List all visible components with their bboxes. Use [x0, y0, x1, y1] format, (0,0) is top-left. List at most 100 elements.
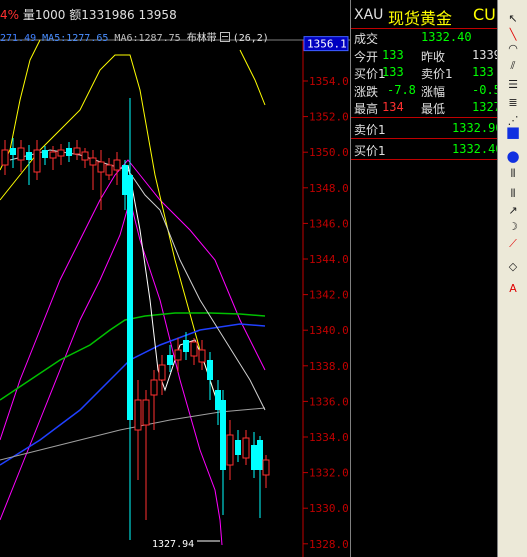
candle-body — [167, 355, 173, 365]
candle-body — [190, 341, 198, 357]
price-axis-label: 1336.0 — [309, 395, 349, 408]
quote-value: 1332.40 — [421, 30, 472, 44]
price-axis-label: 1346.0 — [309, 217, 349, 230]
quote-row: 买价1 133 卖价1 133 — [351, 64, 498, 82]
ray-icon[interactable]: ⟋ — [503, 236, 523, 252]
amount-label: 额1331986 — [69, 8, 135, 22]
candle-body — [134, 399, 142, 431]
quote-rows: 成交 1332.40 今开 133 昨收 1339 买价1 133 卖价1 133 涨跌 -7.8 涨幅… — [351, 29, 501, 117]
candle-body — [105, 164, 113, 176]
candle-body — [81, 151, 89, 161]
fibonacci-icon[interactable]: ≣ — [503, 94, 523, 110]
change-percent: 4% — [0, 8, 20, 22]
ma1-value: 271.49 — [0, 33, 37, 44]
price-axis-label: 1342.0 — [309, 289, 349, 302]
candle-body — [198, 349, 206, 363]
candle-body — [57, 149, 65, 157]
ellipse-icon[interactable]: ● — [503, 147, 523, 165]
arrow-icon[interactable]: ↗ — [503, 202, 523, 218]
price-axis-label: 1340.0 — [309, 324, 349, 337]
quote-row: 最高 134 最低 1327 — [351, 99, 501, 117]
vertical-lines-icon[interactable]: ⦀ — [503, 186, 523, 202]
candle-body — [113, 159, 121, 171]
quote-label: 卖价1 — [421, 67, 453, 81]
quote-label: 成交 — [354, 32, 379, 46]
order-value: 1332.90 — [452, 120, 503, 135]
price-axis-label: 1328.0 — [309, 538, 349, 551]
candle-body — [17, 147, 25, 161]
order-row: 买价1 1332.40 — [351, 139, 503, 160]
quote-value: 133 — [472, 65, 494, 79]
price-axis-label: 1334.0 — [309, 431, 349, 444]
quote-value: -7.8 — [387, 82, 416, 97]
quote-value: 133 — [382, 65, 404, 79]
pointer-icon[interactable]: ↖ — [503, 10, 523, 26]
quote-title: XAU 现货黄金 CUR — [351, 0, 507, 29]
cycle-lines-icon[interactable]: ⦀ — [503, 166, 523, 182]
quote-label: 今开 — [354, 49, 379, 64]
candle-body — [26, 152, 32, 160]
quote-row: 成交 1332.40 — [351, 29, 498, 47]
quote-label: 买价1 — [354, 67, 386, 81]
low-price-annotation: 1327.94 — [152, 539, 194, 550]
quote-value: 134 — [382, 100, 404, 114]
candlestick-chart[interactable]: 1354.0 1352.0 1350.0 1348.0 1346.0 1344.0 1342… — [0, 0, 350, 557]
volume-label: 量1000 — [22, 8, 66, 22]
candle-body — [10, 148, 16, 155]
quote-label: 涨幅 — [421, 84, 446, 99]
price-axis-label: 1330.0 — [309, 502, 349, 515]
symbol-name: 现货黄金 — [388, 9, 453, 28]
boll-mid-line — [9, 149, 266, 411]
price-axis-label: 1344.0 — [309, 253, 349, 266]
candle-body — [257, 440, 263, 470]
order-label: 卖价1 — [354, 122, 386, 137]
ma5-value: MA5:1277.65 — [42, 33, 109, 44]
candle-body — [158, 364, 166, 381]
quote-label: 昨收 — [421, 49, 446, 64]
eraser-icon[interactable]: ◇ — [503, 258, 523, 274]
arc-icon[interactable]: ◠ — [503, 40, 523, 56]
order-value: 1332.40 — [452, 141, 503, 156]
candle-body — [97, 161, 105, 173]
price-axis-label: 1354.0 — [309, 75, 349, 88]
quote-panel: XAU 现货黄金 CUR 成交 1332.40 今开 133 昨收 1339 买价1 133 卖… — [350, 0, 507, 557]
candle-body — [235, 440, 241, 455]
price-axis-label: 1348.0 — [309, 182, 349, 195]
ma-yellow-fast — [0, 54, 221, 411]
candle-body — [1, 149, 9, 166]
quote-label: 涨跌 — [354, 84, 379, 99]
parallel-lines-icon[interactable]: ⫽ — [503, 58, 523, 74]
candle-body — [174, 349, 182, 361]
volume-amount-line: 4% 量1000 额1331986 13958 — [0, 6, 177, 24]
collapse-icon[interactable] — [219, 32, 230, 42]
candle-body — [33, 149, 41, 173]
indicator-line: 271.49 MA5:1277.65 MA6:1287.75 布林带 (26,2) — [0, 29, 269, 44]
rectangle-icon[interactable]: ■ — [503, 123, 523, 141]
candle-body — [220, 400, 226, 470]
candle-body — [150, 379, 158, 396]
ma-yellow-right — [239, 49, 266, 106]
curve-icon[interactable]: ☽ — [503, 218, 523, 234]
candle-body — [251, 445, 257, 470]
bollinger-label[interactable]: 布林带 — [187, 33, 217, 44]
quote-row: 今开 133 昨收 1339 — [351, 47, 501, 65]
text-icon[interactable]: A — [503, 280, 523, 296]
candle-body — [226, 434, 234, 466]
candle-body — [73, 147, 81, 155]
drawing-toolbar: ↖ ╲ ◠ ⫽ ☰ ≣ ⋰ ■ ● ⦀ ⦀ ↗ ☽ ⟋ ◇ A — [497, 0, 527, 557]
price-axis-label: 1352.0 — [309, 111, 349, 124]
candle-body — [89, 157, 97, 166]
order-row: 卖价1 1332.90 — [351, 118, 503, 139]
candle-body — [262, 459, 270, 476]
candle-body — [142, 399, 150, 426]
channel-icon[interactable]: ☰ — [503, 76, 523, 92]
price-axis-label: 1338.0 — [309, 360, 349, 373]
quote-label: 最低 — [421, 102, 446, 116]
order-book: 卖价1 1332.90 买价1 1332.40 — [351, 118, 503, 160]
ma6-value: MA6:1287.75 — [114, 33, 181, 44]
candle-body — [207, 360, 213, 380]
order-label: 买价1 — [354, 143, 386, 158]
kline-chart-panel[interactable]: 1354.0 1352.0 1350.0 1348.0 1346.0 1344.0 1342… — [0, 0, 350, 557]
bollinger-params: (26,2) — [232, 33, 269, 44]
amount-value: 13958 — [138, 8, 177, 22]
